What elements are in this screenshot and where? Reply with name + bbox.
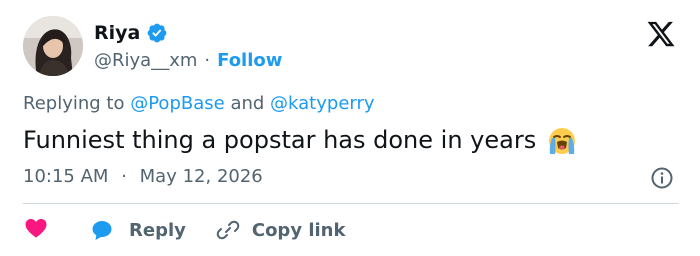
mention-link-popbase[interactable]: @PopBase (130, 93, 224, 114)
heart-icon (23, 216, 49, 245)
mention-link-katyperry[interactable]: @katyperry (270, 93, 374, 114)
handle-separator: · (204, 49, 211, 71)
tweet-time: 10:15 AM (23, 166, 109, 187)
meta-separator: · (121, 166, 127, 187)
author-name-row: Riya (94, 21, 168, 45)
avatar[interactable] (23, 16, 83, 76)
x-logo-icon[interactable] (646, 19, 676, 49)
replying-conjunction: and (230, 93, 265, 114)
tweet-text: Funniest thing a popstar has done in yea… (23, 126, 537, 154)
reply-bubble-icon (92, 221, 112, 240)
divider (23, 203, 679, 204)
replying-prefix: Replying to (23, 93, 125, 114)
tweet-text-line: Funniest thing a popstar has done in yea… (23, 124, 578, 156)
follow-button[interactable]: Follow (217, 50, 282, 71)
verified-badge-icon (146, 22, 168, 44)
tweet-date: May 12, 2026 (139, 166, 263, 187)
tweet-timestamp[interactable]: 10:15 AM · May 12, 2026 (23, 166, 263, 187)
loudly-crying-face-icon (546, 124, 578, 156)
copy-link-button[interactable]: Copy link (216, 218, 346, 242)
author-handle-row: @Riya__xm · Follow (94, 49, 282, 71)
copy-link-label: Copy link (251, 219, 346, 241)
link-icon (216, 220, 240, 240)
author-name[interactable]: Riya (94, 22, 140, 44)
action-bar: Reply Copy link (23, 216, 345, 244)
author-handle[interactable]: @Riya__xm (94, 50, 197, 71)
info-icon[interactable] (650, 166, 674, 190)
replying-to-line: Replying to @PopBase and @katyperry (23, 93, 375, 114)
reply-label: Reply (129, 219, 186, 241)
like-button[interactable] (23, 216, 49, 245)
reply-button[interactable]: Reply (89, 218, 186, 242)
